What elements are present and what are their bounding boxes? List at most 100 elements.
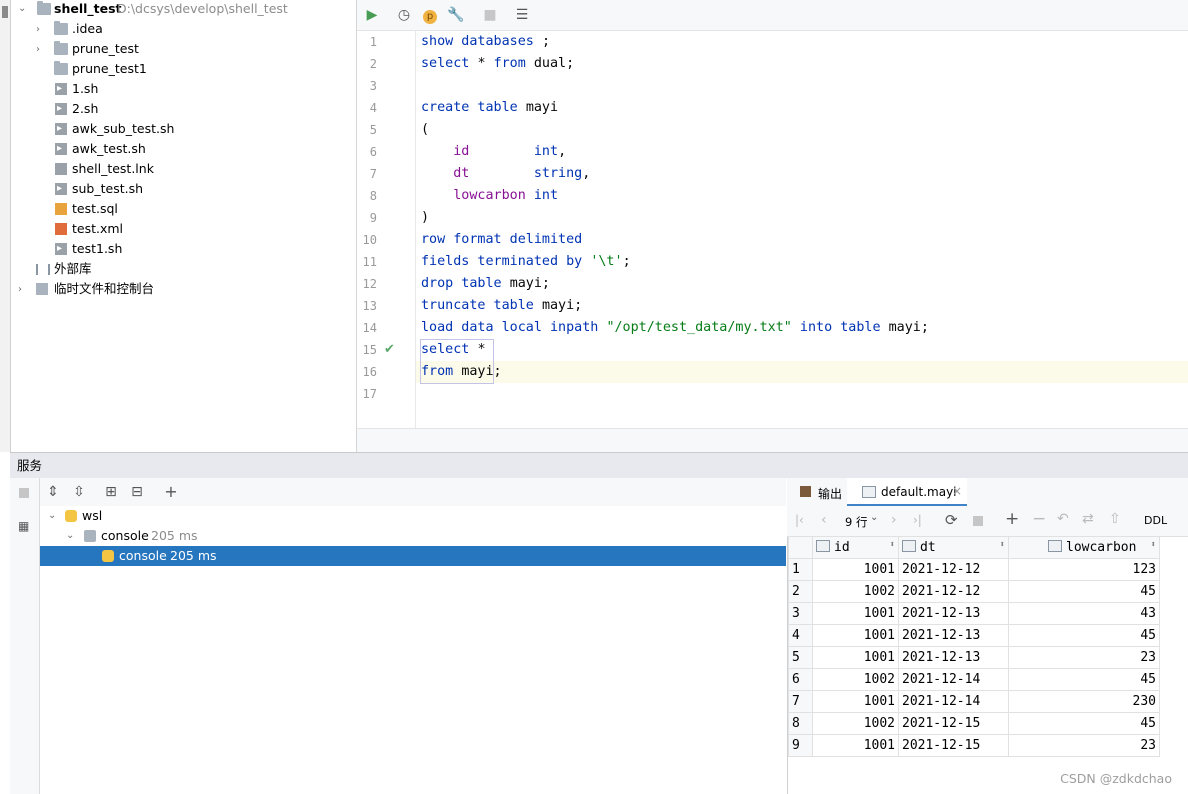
code-token: ( — [421, 122, 430, 137]
chevron-down-icon[interactable]: ⌄ — [66, 526, 74, 546]
table-cell[interactable]: 23 — [1008, 734, 1160, 757]
line-number: 1 — [369, 35, 377, 49]
table-cell[interactable]: 123 — [1008, 558, 1160, 581]
service-console-session[interactable]: console 205 ms — [40, 546, 786, 566]
table-cell[interactable]: 1001 — [812, 602, 899, 625]
chevron-down-icon[interactable]: ⌄ — [870, 512, 878, 523]
project-tree: ⌄ shell_test D:\dcsys\develop\shell_test… — [11, 0, 357, 452]
table-cell[interactable]: 43 — [1008, 602, 1160, 625]
sort-icon[interactable]: ⬍ — [890, 540, 895, 550]
table-row[interactable]: 7 1001 2021-12-14 230 — [788, 690, 1160, 713]
line-number: 3 — [369, 79, 377, 93]
table-cell[interactable]: 23 — [1008, 646, 1160, 669]
history-icon[interactable]: ◷ — [395, 6, 413, 24]
table-cell[interactable]: 2021-12-12 — [898, 580, 1009, 603]
table-row[interactable]: 8 1002 2021-12-15 45 — [788, 712, 1160, 735]
add-service-icon[interactable]: + — [162, 483, 180, 501]
project-tool-marker[interactable] — [2, 6, 8, 18]
first-page-icon[interactable]: |‹ — [795, 513, 804, 527]
expand-all-icon[interactable]: ⇕ — [44, 483, 62, 501]
next-page-icon[interactable]: › — [891, 512, 897, 528]
service-wsl[interactable]: ⌄ wsl — [40, 506, 786, 526]
run-icon[interactable]: ▶ — [363, 6, 381, 24]
chevron-down-icon[interactable]: ⌄ — [48, 506, 56, 526]
add-row-icon[interactable]: + — [1005, 509, 1019, 529]
table-cell[interactable]: 2021-12-15 — [898, 712, 1009, 735]
table-cell[interactable]: 45 — [1008, 580, 1160, 603]
last-page-icon[interactable]: ›| — [913, 513, 922, 527]
table-cell[interactable]: 2021-12-13 — [898, 646, 1009, 669]
table-cell[interactable]: 2021-12-13 — [898, 602, 1009, 625]
settings-wrench-icon[interactable]: 🔧 — [447, 6, 465, 24]
ddl-button[interactable]: DDL — [1144, 514, 1167, 527]
chevron-right-icon[interactable]: › — [36, 45, 44, 55]
table-cell[interactable]: 1002 — [812, 580, 899, 603]
close-icon[interactable]: × — [952, 484, 962, 498]
submit-icon[interactable]: ⇧ — [1109, 511, 1121, 527]
service-label: wsl — [82, 508, 103, 523]
column-header-lowcarbon[interactable]: lowcarbon ⬍ — [1008, 536, 1160, 559]
chevron-right-icon[interactable]: › — [18, 285, 26, 295]
sql-editor[interactable]: show databases ; select * from dual; crea… — [416, 31, 1188, 428]
row-number: 8 — [788, 712, 813, 735]
table-row[interactable]: 9 1001 2021-12-15 23 — [788, 734, 1160, 757]
table-row[interactable]: 4 1001 2021-12-13 45 — [788, 624, 1160, 647]
table-cell[interactable]: 1001 — [812, 646, 899, 669]
table-row[interactable]: 5 1001 2021-12-13 23 — [788, 646, 1160, 669]
stop-icon[interactable] — [973, 516, 983, 526]
table-row[interactable]: 1 1001 2021-12-12 123 — [788, 558, 1160, 581]
revert-icon[interactable]: ↶ — [1057, 511, 1069, 527]
compare-icon[interactable]: ⇄ — [1082, 511, 1094, 527]
delete-row-icon[interactable]: − — [1032, 509, 1046, 529]
row-count[interactable]: 9 行 — [845, 514, 867, 530]
table-cell[interactable]: 2021-12-14 — [898, 690, 1009, 713]
table-cell[interactable]: 1001 — [812, 558, 899, 581]
column-name: id — [834, 540, 850, 555]
table-cell[interactable]: 45 — [1008, 624, 1160, 647]
console-icon — [84, 530, 96, 542]
table-row[interactable]: 3 1001 2021-12-13 43 — [788, 602, 1160, 625]
transaction-mode-icon[interactable]: p — [421, 6, 439, 24]
code-token: lowcarbon — [453, 188, 526, 203]
sort-icon[interactable]: ⬍ — [1151, 540, 1156, 550]
results-layout-icon[interactable]: ☰ — [513, 6, 531, 24]
chevron-down-icon[interactable]: ⌄ — [18, 4, 26, 14]
table-cell[interactable]: 230 — [1008, 690, 1160, 713]
service-console[interactable]: ⌄ console 205 ms — [40, 526, 786, 546]
column-icon — [902, 540, 916, 552]
sort-icon[interactable]: ⬍ — [1000, 540, 1005, 550]
previous-page-icon[interactable]: ‹ — [821, 512, 827, 528]
table-cell[interactable]: 2021-12-13 — [898, 624, 1009, 647]
code-token: dt — [453, 166, 470, 181]
table-cell[interactable]: 45 — [1008, 668, 1160, 691]
stop-icon[interactable]: ■ — [481, 6, 499, 24]
column-header-dt[interactable]: dt ⬍ — [898, 536, 1009, 559]
table-cell[interactable]: 45 — [1008, 712, 1160, 735]
table-cell[interactable]: 1002 — [812, 668, 899, 691]
table-cell[interactable]: 2021-12-12 — [898, 558, 1009, 581]
code-token: mayi; — [509, 276, 550, 291]
table-cell[interactable]: 1001 — [812, 734, 899, 757]
shell-file-icon — [55, 100, 67, 118]
table-row[interactable]: 2 1002 2021-12-12 45 — [788, 580, 1160, 603]
table-cell[interactable]: 2021-12-15 — [898, 734, 1009, 757]
tree-item-label: test1.sh — [72, 241, 123, 256]
refresh-icon[interactable]: ⟳ — [945, 511, 958, 529]
collapse-all-icon[interactable]: ⇳ — [70, 483, 88, 501]
tab-output[interactable]: 输出 — [818, 485, 842, 502]
table-cell[interactable]: 2021-12-14 — [898, 668, 1009, 691]
tree-root[interactable]: ⌄ shell_test D:\dcsys\develop\shell_test — [11, 0, 356, 20]
column-header-id[interactable]: id ⬍ — [812, 536, 899, 559]
filter-icon[interactable]: ⊟ — [128, 483, 146, 501]
stop-icon[interactable] — [19, 488, 29, 498]
code-token: '\t' — [590, 254, 623, 269]
table-cell[interactable]: 1002 — [812, 712, 899, 735]
code-line: id int, — [421, 141, 566, 163]
group-by-icon[interactable]: ⊞ — [102, 483, 120, 501]
table-row[interactable]: 6 1002 2021-12-14 45 — [788, 668, 1160, 691]
table-cell[interactable]: 1001 — [812, 690, 899, 713]
results-grid: id ⬍ dt ⬍ lowcarbon ⬍ 1 1001 2021-12-12 123 2 10… — [788, 536, 1160, 757]
layout-icon[interactable]: ▦ — [18, 519, 29, 533]
chevron-right-icon[interactable]: › — [36, 25, 44, 35]
table-cell[interactable]: 1001 — [812, 624, 899, 647]
